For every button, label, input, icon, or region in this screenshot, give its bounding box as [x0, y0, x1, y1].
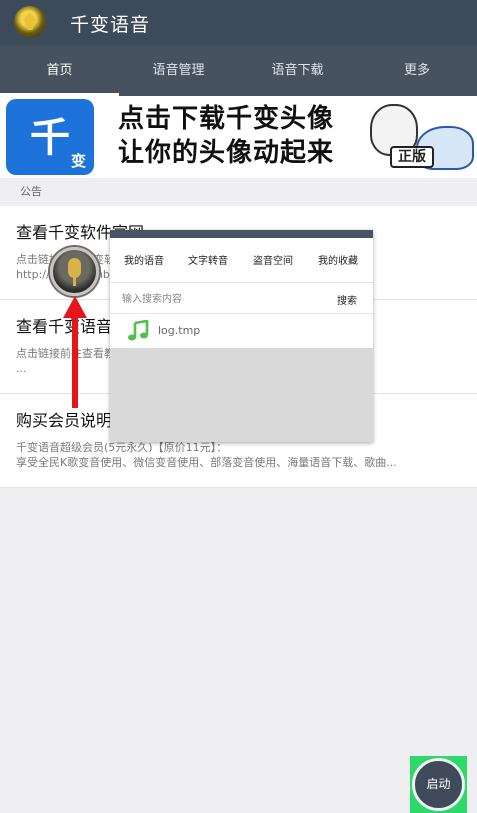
panel-search-input[interactable]	[122, 289, 322, 309]
panel-file-name: log.tmp	[158, 324, 201, 337]
app-title: 千变语音	[70, 14, 151, 36]
microphone-float-icon[interactable]	[50, 247, 99, 296]
tab-more[interactable]: 更多	[357, 46, 477, 96]
banner-meme-illustration: 正版	[362, 102, 474, 174]
app-bar: 千变语音	[0, 0, 477, 46]
app-logo-icon	[14, 6, 46, 38]
tab-bar: 首页 语音管理 语音下载 更多	[0, 46, 477, 96]
start-button[interactable]: 启动	[412, 758, 465, 811]
panel-tabs: 我的语音 文字转音 盗音空间 我的收藏	[110, 238, 373, 282]
panel-drag-bar[interactable]	[110, 230, 373, 238]
panel-tab-favorites[interactable]: 我的收藏	[318, 252, 358, 267]
panel-tab-my-voice[interactable]: 我的语音	[124, 252, 164, 267]
banner-icon-char: 千	[30, 115, 70, 161]
panel-search-button[interactable]: 搜索	[337, 292, 357, 307]
banner-line-1: 点击下载千变头像	[118, 104, 335, 134]
music-note-icon	[128, 320, 149, 341]
section-header-announcements: 公告	[0, 178, 477, 206]
announcement-desc-line: 千变语音超级会员(5元永久)【原价11元】：	[16, 441, 228, 454]
banner-text: 点击下载千变头像 让你的头像动起来	[118, 102, 334, 170]
announcement-desc-line: 享受全民K歌变音使用、微信变音使用、部落变音使用、海量语音下载、歌曲...	[16, 456, 397, 469]
banner-app-icon: 千 变	[6, 99, 94, 175]
tab-voice-download[interactable]: 语音下载	[238, 46, 357, 96]
panel-file-row[interactable]: log.tmp	[110, 314, 373, 348]
tab-voice-manage[interactable]: 语音管理	[119, 46, 238, 96]
announcement-desc: 千变语音超级会员(5元永久)【原价11元】： 享受全民K歌变音使用、微信变音使用…	[16, 440, 461, 470]
red-up-arrow-icon	[63, 296, 87, 408]
banner-line-2: 让你的头像动起来	[118, 138, 335, 168]
panel-tab-text-to-voice[interactable]: 文字转音	[188, 252, 228, 267]
panel-tab-voice-space[interactable]: 盗音空间	[253, 252, 293, 267]
banner-art-tag: 正版	[390, 146, 434, 168]
floating-voice-panel: 我的语音 文字转音 盗音空间 我的收藏 搜索 log.tmp	[110, 230, 373, 442]
tab-home[interactable]: 首页	[0, 46, 119, 96]
banner-icon-subchar: 变	[70, 152, 86, 170]
panel-search-bar: 搜索	[110, 282, 373, 314]
promo-banner[interactable]: 千 变 点击下载千变头像 让你的头像动起来 正版	[0, 96, 477, 178]
